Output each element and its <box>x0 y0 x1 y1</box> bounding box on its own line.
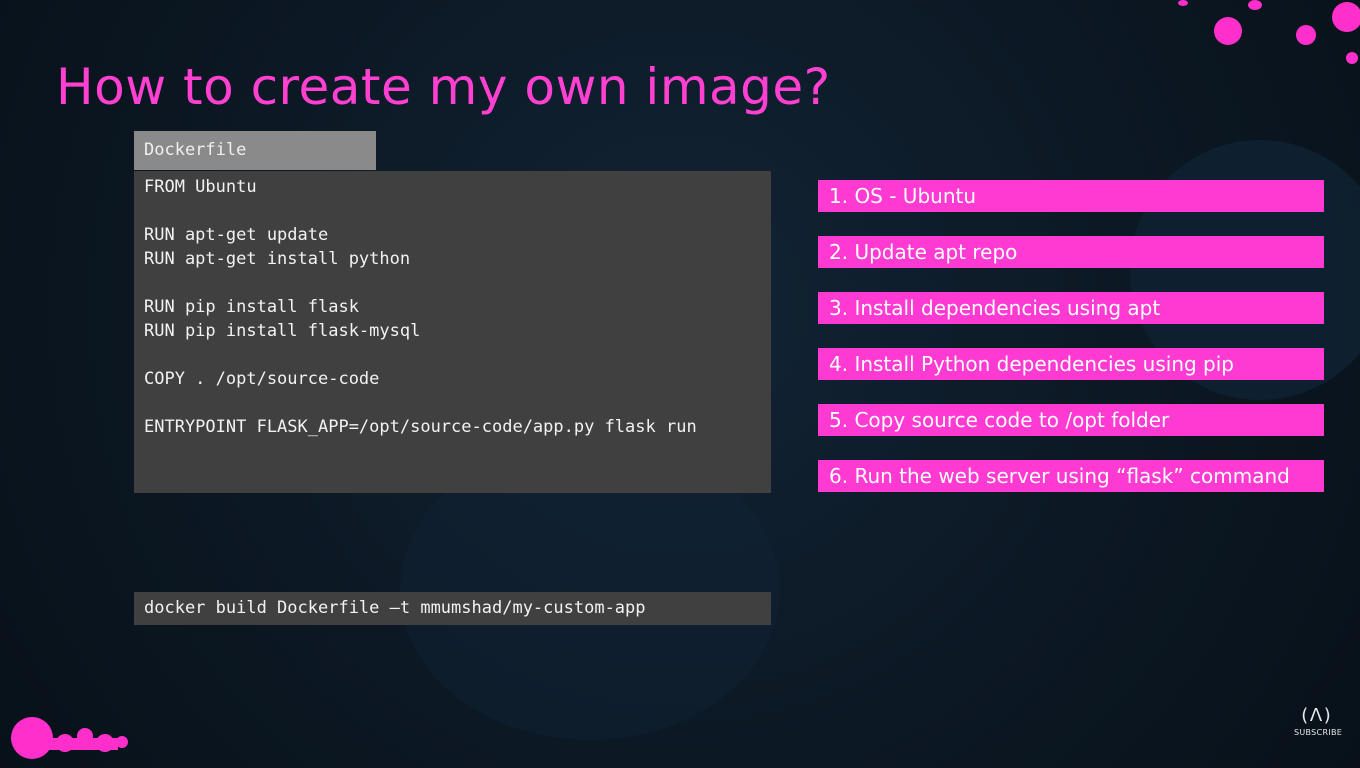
code-line: RUN apt-get install python <box>144 249 411 269</box>
code-line: COPY . /opt/source-code <box>144 369 380 389</box>
code-line: RUN apt-get update <box>144 225 329 245</box>
decorative-dot <box>1296 25 1316 45</box>
decorative-dot <box>1178 0 1188 6</box>
step-item-copy-source: 5. Copy source code to /opt folder <box>818 404 1324 436</box>
decorative-dot <box>1248 0 1262 10</box>
fire-icon: (ᐱ) <box>1299 705 1333 726</box>
code-line: FROM Ubuntu <box>144 177 257 197</box>
decorative-dot <box>1214 17 1242 45</box>
brand-logo <box>10 716 130 764</box>
code-line: RUN pip install flask <box>144 297 359 317</box>
step-item-os: 1. OS - Ubuntu <box>818 180 1324 212</box>
subscribe-label: SUBSCRIBE <box>1294 728 1343 737</box>
decorative-dot <box>1346 52 1358 64</box>
slide-title: How to create my own image? <box>56 58 831 116</box>
code-line: RUN pip install flask-mysql <box>144 321 421 341</box>
step-item-run-server: 6. Run the web server using “flask” comm… <box>818 460 1324 492</box>
step-item-update-apt: 2. Update apt repo <box>818 236 1324 268</box>
dockerfile-tab-label: Dockerfile <box>134 131 376 170</box>
docker-build-command: docker build Dockerfile –t mmumshad/my-c… <box>134 592 771 625</box>
step-item-python-deps: 4. Install Python dependencies using pip <box>818 348 1324 380</box>
dockerfile-code-block: FROM Ubuntu RUN apt-get update RUN apt-g… <box>134 171 771 493</box>
code-line: ENTRYPOINT FLASK_APP=/opt/source-code/ap… <box>144 417 697 437</box>
subscribe-watermark[interactable]: (ᐱ) SUBSCRIBE <box>1294 704 1343 737</box>
decorative-dot <box>1332 2 1360 32</box>
step-item-install-deps: 3. Install dependencies using apt <box>818 292 1324 324</box>
steps-list: 1. OS - Ubuntu 2. Update apt repo 3. Ins… <box>818 180 1324 516</box>
